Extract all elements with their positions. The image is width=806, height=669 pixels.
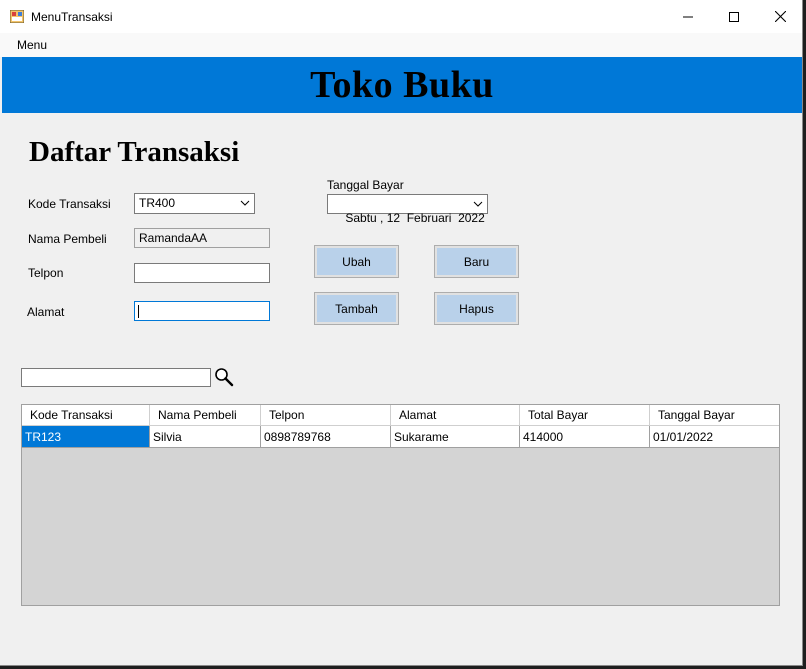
ubah-button-label: Ubah — [317, 248, 396, 275]
tanggal-bayar-label: Tanggal Bayar — [327, 178, 404, 192]
ubah-button[interactable]: Ubah — [314, 245, 399, 278]
hapus-button[interactable]: Hapus — [434, 292, 519, 325]
column-header-total-bayar[interactable]: Total Bayar — [520, 405, 650, 425]
magnifier-icon[interactable] — [214, 367, 234, 387]
alamat-label: Alamat — [27, 305, 65, 319]
title-bar[interactable]: MenuTransaksi — [0, 0, 802, 33]
tanggal-bayar-value: Sabtu , 12 Februari 2022 — [345, 211, 485, 225]
maximize-button[interactable] — [711, 0, 757, 33]
telpon-field[interactable] — [134, 263, 270, 283]
menu-bar: Menu — [0, 33, 802, 57]
table-header: Kode Transaksi Nama Pembeli Telpon Alama… — [22, 405, 779, 426]
alamat-field[interactable] — [134, 301, 270, 321]
tanggal-bayar-datepicker[interactable]: Sabtu , 12 Februari 2022 — [327, 194, 488, 225]
table-cell[interactable]: 0898789768 — [261, 426, 391, 447]
nama-pembeli-value: RamandaAA — [139, 231, 208, 245]
nama-pembeli-label: Nama Pembeli — [28, 232, 107, 246]
table-row[interactable]: TR123 Silvia 0898789768 Sukarame 414000 … — [22, 426, 779, 448]
minimize-button[interactable] — [665, 0, 711, 33]
column-header-tanggal-bayar[interactable]: Tanggal Bayar — [650, 405, 779, 425]
window-title: MenuTransaksi — [31, 10, 113, 24]
close-button[interactable] — [757, 0, 803, 33]
chevron-down-icon — [240, 200, 250, 206]
column-header-telpon[interactable]: Telpon — [261, 405, 391, 425]
table-cell[interactable]: 01/01/2022 — [650, 426, 779, 447]
table-cell[interactable]: Silvia — [150, 426, 261, 447]
column-header-kode-transaksi[interactable]: Kode Transaksi — [22, 405, 150, 425]
baru-button-label: Baru — [437, 248, 516, 275]
column-header-alamat[interactable]: Alamat — [391, 405, 520, 425]
chevron-down-icon — [473, 201, 483, 207]
header-banner: Toko Buku — [2, 57, 802, 113]
baru-button[interactable]: Baru — [434, 245, 519, 278]
maximize-icon — [729, 11, 739, 22]
kode-transaksi-label: Kode Transaksi — [28, 197, 111, 211]
table-cell[interactable]: TR123 — [22, 426, 150, 447]
column-header-nama-pembeli[interactable]: Nama Pembeli — [150, 405, 261, 425]
app-window: MenuTransaksi Menu Toko Buku Daftar Tran… — [0, 0, 803, 666]
menu-item-menu[interactable]: Menu — [17, 38, 47, 52]
kode-transaksi-value: TR400 — [139, 196, 176, 210]
banner-title: Toko Buku — [310, 64, 494, 106]
tambah-button-label: Tambah — [317, 295, 396, 322]
transaksi-table[interactable]: Kode Transaksi Nama Pembeli Telpon Alama… — [21, 404, 780, 606]
tambah-button[interactable]: Tambah — [314, 292, 399, 325]
table-cell[interactable]: 414000 — [520, 426, 650, 447]
telpon-label: Telpon — [28, 266, 64, 280]
close-icon — [774, 11, 786, 22]
search-input[interactable] — [21, 368, 211, 387]
hapus-button-label: Hapus — [437, 295, 516, 322]
kode-transaksi-dropdown[interactable]: TR400 — [134, 193, 255, 214]
app-icon — [10, 10, 24, 23]
minimize-icon — [683, 16, 693, 17]
text-caret — [138, 305, 139, 318]
table-cell[interactable]: Sukarame — [391, 426, 520, 447]
nama-pembeli-field[interactable]: RamandaAA — [134, 228, 270, 248]
page-heading: Daftar Transaksi — [29, 136, 240, 168]
